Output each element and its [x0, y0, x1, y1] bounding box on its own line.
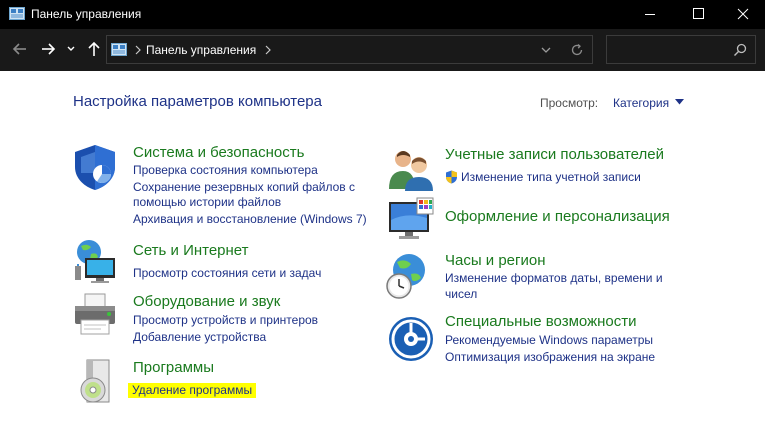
minimize-button[interactable] [627, 0, 673, 29]
close-button[interactable] [720, 0, 765, 29]
personalization-monitor-icon[interactable] [387, 196, 435, 244]
title-bar: Панель управления [0, 0, 765, 29]
back-arrow-icon[interactable] [10, 39, 30, 59]
link-file-history-cont[interactable]: помощью истории файлов [133, 195, 281, 210]
search-input[interactable] [606, 35, 756, 64]
chevron-right-icon[interactable] [133, 44, 143, 56]
link-change-account-type[interactable]: Изменение типа учетной записи [461, 170, 641, 185]
category-user-accounts[interactable]: Учетные записи пользователей [445, 146, 664, 163]
control-panel-icon [9, 7, 25, 20]
chevron-right-icon[interactable] [263, 44, 273, 56]
category-network-internet[interactable]: Сеть и Интернет [133, 242, 249, 259]
link-change-formats[interactable]: Изменение форматов даты, времени и [445, 271, 663, 286]
shield-icon[interactable] [71, 143, 119, 191]
category-hardware-sound[interactable]: Оборудование и звук [133, 293, 280, 310]
window-title: Панель управления [31, 7, 142, 21]
link-backup-restore[interactable]: Архивация и восстановление (Windows 7) [133, 212, 367, 227]
category-clock-region[interactable]: Часы и регион [445, 252, 546, 269]
link-optimize-display[interactable]: Оптимизация изображения на экране [445, 350, 655, 365]
control-panel-icon [111, 43, 127, 56]
link-uninstall-program[interactable]: Удаление программы [128, 383, 257, 398]
link-change-formats-cont[interactable]: чисел [445, 287, 477, 302]
minimize-icon [645, 14, 655, 15]
refresh-icon[interactable] [569, 42, 585, 58]
link-network-status[interactable]: Просмотр состояния сети и задач [133, 266, 321, 281]
users-icon[interactable] [387, 145, 435, 193]
view-by-label: Просмотр: [540, 96, 599, 110]
breadcrumb[interactable]: Панель управления [146, 43, 256, 57]
close-icon [737, 8, 749, 20]
view-by-dropdown[interactable]: Категория [613, 96, 669, 110]
caret-down-icon[interactable] [675, 99, 684, 105]
category-ease-of-access[interactable]: Специальные возможности [445, 313, 637, 330]
category-programs[interactable]: Программы [133, 359, 214, 376]
category-system-security[interactable]: Система и безопасность [133, 144, 304, 161]
navigation-bar: Панель управления [0, 29, 765, 71]
maximize-button[interactable] [675, 0, 721, 29]
link-add-device[interactable]: Добавление устройства [133, 330, 266, 345]
category-appearance[interactable]: Оформление и персонализация [445, 208, 670, 225]
address-bar[interactable]: Панель управления [106, 35, 593, 64]
page-title: Настройка параметров компьютера [73, 93, 322, 110]
programs-icon[interactable] [71, 358, 119, 406]
link-check-status[interactable]: Проверка состояния компьютера [133, 163, 318, 178]
clock-globe-icon[interactable] [385, 252, 433, 300]
maximize-icon [693, 8, 704, 19]
forward-arrow-icon[interactable] [38, 39, 58, 59]
uac-shield-icon [446, 170, 457, 184]
chevron-down-icon[interactable] [65, 39, 77, 59]
chevron-down-icon[interactable] [540, 44, 552, 56]
search-icon[interactable] [733, 43, 747, 57]
link-file-history[interactable]: Сохранение резервных копий файлов с [133, 180, 355, 195]
network-globe-icon[interactable] [71, 238, 119, 286]
printer-icon[interactable] [71, 292, 119, 340]
link-recommended-settings[interactable]: Рекомендуемые Windows параметры [445, 333, 653, 348]
up-arrow-icon[interactable] [84, 39, 104, 59]
ease-of-access-icon[interactable] [387, 315, 435, 363]
link-devices-printers[interactable]: Просмотр устройств и принтеров [133, 313, 318, 328]
